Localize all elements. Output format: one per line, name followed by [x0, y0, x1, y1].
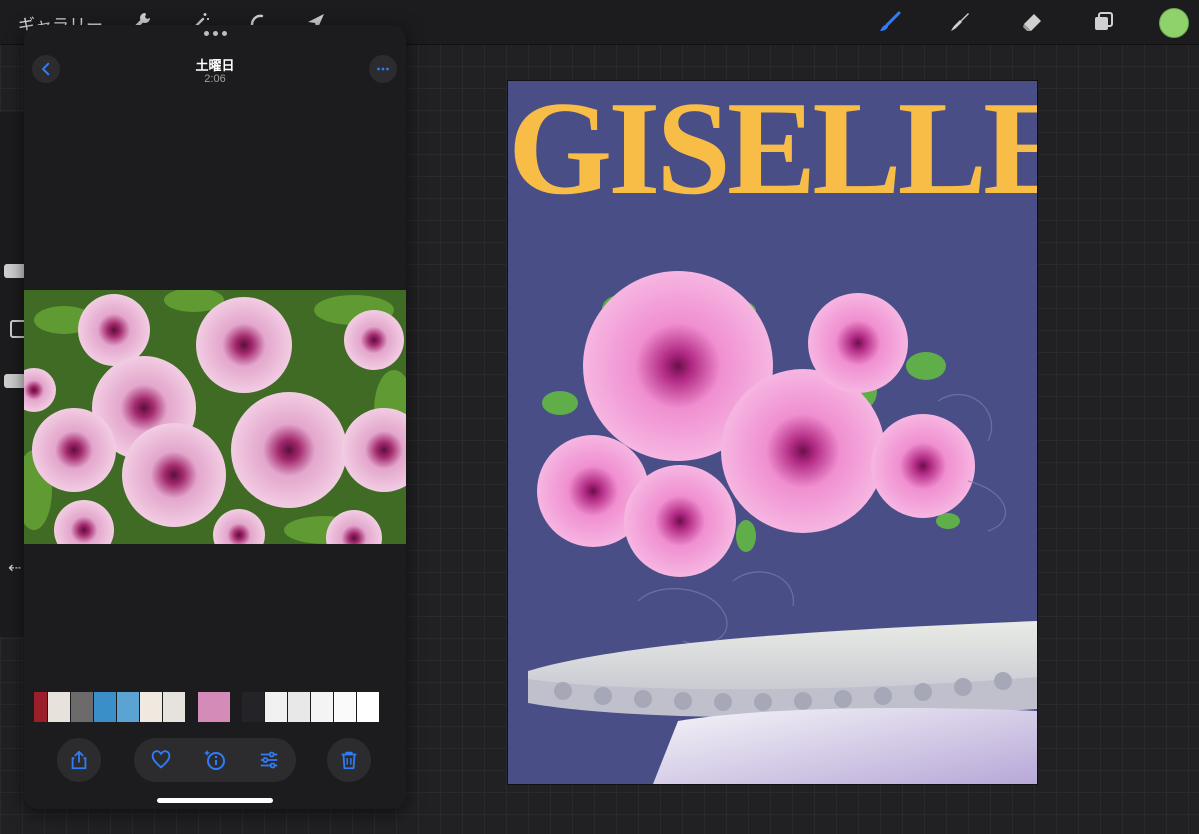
thumbnail[interactable]: [334, 692, 356, 722]
photo-action-bar: [24, 738, 406, 786]
brush-size-slider-handle[interactable]: [4, 264, 26, 278]
adjust-button[interactable]: [251, 742, 287, 778]
layers-icon[interactable]: [1089, 8, 1117, 36]
thumbnail[interactable]: [265, 692, 287, 722]
photo-viewer-panel: 土曜日 2:06: [24, 25, 406, 809]
smudge-icon[interactable]: [946, 8, 974, 36]
thumbnail[interactable]: [48, 692, 70, 722]
undo-icon[interactable]: ⇠: [8, 558, 21, 578]
thumbnail-current[interactable]: [198, 692, 230, 722]
artwork-canvas[interactable]: GISELLE: [507, 80, 1038, 785]
info-button[interactable]: [197, 742, 233, 778]
photo-time: 2:06: [204, 73, 226, 85]
favorite-button[interactable]: [143, 742, 179, 778]
thumbnail[interactable]: [163, 692, 185, 722]
share-button[interactable]: [57, 738, 101, 782]
delete-button[interactable]: [327, 738, 371, 782]
panel-grabber[interactable]: [204, 31, 227, 36]
thumbnail[interactable]: [288, 692, 310, 722]
photo-date-title: 土曜日: [195, 59, 235, 74]
thumbnail[interactable]: [94, 692, 116, 722]
thumbnail[interactable]: [140, 692, 162, 722]
thumbnail[interactable]: [242, 692, 264, 722]
adjust-icon: [260, 751, 278, 769]
trash-icon: [341, 751, 357, 770]
brush-icon[interactable]: [876, 8, 904, 36]
more-button[interactable]: [369, 55, 397, 83]
ellipsis-icon: [377, 67, 389, 71]
thumbnail[interactable]: [34, 692, 47, 722]
photo-edit-group: [134, 738, 296, 782]
info-sparkle-icon: [204, 750, 225, 770]
petunia-photo[interactable]: [24, 290, 406, 544]
home-indicator: [157, 798, 273, 803]
color-swatch[interactable]: [1159, 8, 1189, 38]
thumbnail[interactable]: [117, 692, 139, 722]
thumbnail[interactable]: [311, 692, 333, 722]
heart-icon: [151, 750, 171, 769]
petunia-image: [24, 290, 406, 544]
opacity-slider-handle[interactable]: [4, 374, 26, 388]
thumbnail[interactable]: [357, 692, 379, 722]
artwork-illustration: [528, 271, 1037, 784]
eraser-icon[interactable]: [1018, 8, 1046, 36]
thumbnail[interactable]: [71, 692, 93, 722]
share-icon: [71, 750, 87, 770]
